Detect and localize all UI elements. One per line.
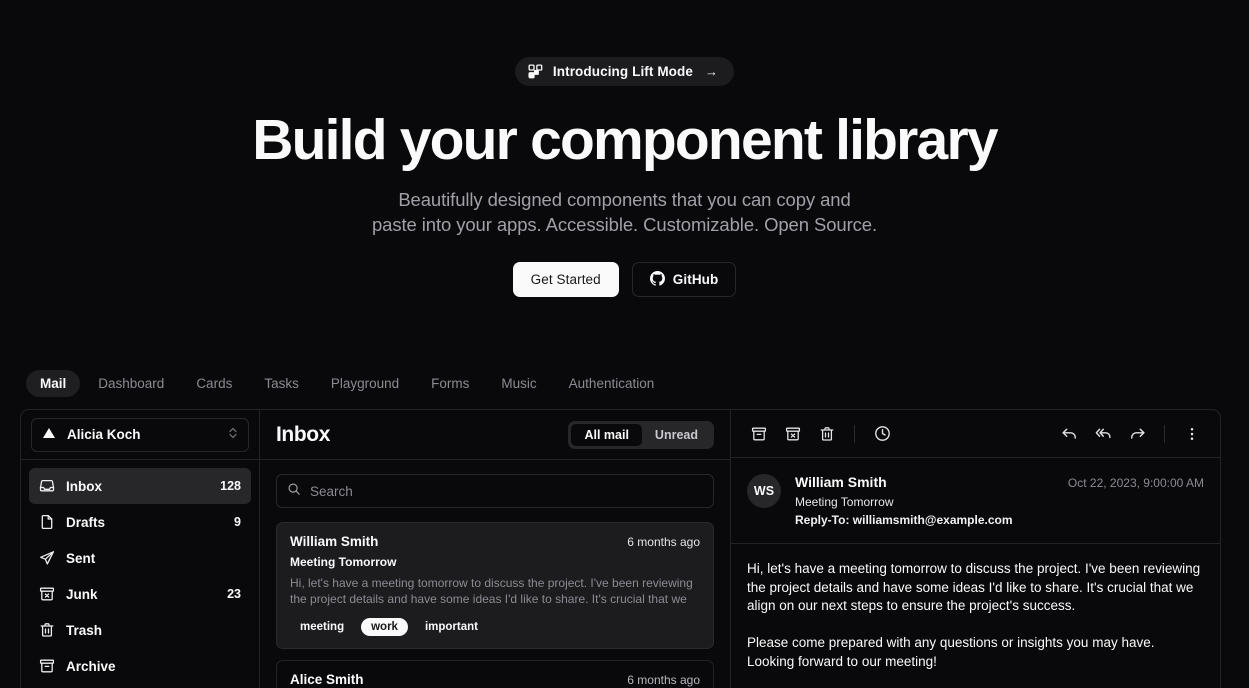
list-item-time: 6 months ago bbox=[627, 673, 700, 687]
sidebar-item-sent[interactable]: Sent bbox=[29, 540, 251, 576]
mail-folder-list: Inbox 128 Drafts 9 Sent Junk 23 Trash Ar… bbox=[21, 460, 259, 684]
list-item-sender: Alice Smith bbox=[290, 672, 364, 687]
reader-header: WS William Smith Meeting Tomorrow Reply-… bbox=[731, 458, 1220, 527]
mail-list-column: Inbox All mail Unread Search William Smi… bbox=[260, 410, 731, 688]
archive-button[interactable] bbox=[743, 418, 775, 450]
page-title: Build your component library bbox=[252, 108, 998, 172]
reader-header-main: William Smith Meeting Tomorrow Reply-To:… bbox=[795, 474, 1054, 527]
tab-music[interactable]: Music bbox=[487, 370, 550, 397]
chevron-up-down-icon bbox=[227, 426, 239, 443]
list-item-preview: Hi, let's have a meeting tomorrow to dis… bbox=[290, 576, 693, 606]
list-item[interactable]: Alice Smith 6 months ago Re: Project Upd… bbox=[276, 660, 714, 688]
sidebar-item-count: 128 bbox=[220, 479, 241, 493]
sidebar-item-label: Trash bbox=[66, 622, 103, 638]
reader-date: Oct 22, 2023, 9:00:00 AM bbox=[1067, 476, 1204, 491]
sidebar-item-label: Sent bbox=[66, 550, 96, 566]
github-icon bbox=[649, 270, 665, 289]
mail-filter-tabs: All mail Unread bbox=[568, 420, 714, 449]
list-item-sender: William Smith bbox=[290, 534, 379, 549]
tab-mail[interactable]: Mail bbox=[26, 370, 81, 397]
github-button[interactable]: GitHub bbox=[631, 262, 737, 297]
search-box[interactable] bbox=[276, 474, 714, 508]
sidebar-item-count: 23 bbox=[227, 587, 241, 601]
hero-subtitle-line-2: paste into your apps. Accessible. Custom… bbox=[371, 214, 878, 235]
search-icon bbox=[287, 482, 301, 501]
tab-forms[interactable]: Forms bbox=[417, 370, 483, 397]
mail-list: William Smith 6 months ago Meeting Tomor… bbox=[260, 508, 730, 688]
sidebar-item-label: Drafts bbox=[66, 514, 106, 530]
mail-list-header: Inbox All mail Unread bbox=[260, 410, 730, 460]
archive-icon bbox=[39, 658, 55, 674]
reader-toolbar bbox=[731, 410, 1220, 459]
mail-sidebar: Alicia Koch Inbox 128 Drafts 9 Sent Junk… bbox=[21, 410, 260, 688]
sidebar-item-trash[interactable]: Trash bbox=[29, 612, 251, 648]
inbox-icon bbox=[39, 478, 55, 494]
toolbar-divider bbox=[854, 424, 855, 443]
tab-dashboard[interactable]: Dashboard bbox=[84, 370, 178, 397]
mail-reading-pane: WS William Smith Meeting Tomorrow Reply-… bbox=[731, 410, 1220, 688]
status-badge[interactable]: important bbox=[415, 618, 488, 636]
sidebar-item-archive[interactable]: Archive bbox=[29, 648, 251, 684]
sidebar-item-junk[interactable]: Junk 23 bbox=[29, 576, 251, 612]
example-tabs: Mail Dashboard Cards Tasks Playground Fo… bbox=[26, 370, 668, 397]
tab-playground[interactable]: Playground bbox=[317, 370, 413, 397]
announcement-badge[interactable]: Introducing Lift Mode → bbox=[514, 57, 735, 86]
hero-actions: Get Started GitHub bbox=[0, 262, 1249, 297]
list-item-time: 6 months ago bbox=[627, 535, 700, 549]
status-badge[interactable]: work bbox=[361, 618, 408, 636]
send-icon bbox=[39, 550, 55, 566]
reply-button[interactable] bbox=[1053, 418, 1085, 450]
junk-icon bbox=[39, 586, 55, 602]
forward-button[interactable] bbox=[1121, 418, 1153, 450]
blocks-icon bbox=[528, 64, 543, 79]
search-input[interactable] bbox=[310, 483, 703, 499]
reader-body: Hi, let's have a meeting tomorrow to dis… bbox=[747, 561, 1201, 669]
get-started-button[interactable]: Get Started bbox=[512, 262, 619, 297]
move-to-trash-button[interactable] bbox=[811, 418, 843, 450]
reader-sender: William Smith bbox=[795, 474, 887, 491]
list-item-tags: meeting work important bbox=[290, 618, 700, 636]
account-row: Alicia Koch bbox=[21, 410, 259, 460]
arrow-right-icon: → bbox=[704, 64, 719, 79]
sidebar-item-drafts[interactable]: Drafts 9 bbox=[29, 504, 251, 540]
sidebar-item-label: Inbox bbox=[66, 478, 102, 494]
file-icon bbox=[39, 514, 55, 530]
mail-app-card: Alicia Koch Inbox 128 Drafts 9 Sent Junk… bbox=[20, 409, 1221, 688]
list-item[interactable]: William Smith 6 months ago Meeting Tomor… bbox=[276, 522, 714, 649]
hero-subtitle: Beautifully designed components that you… bbox=[0, 187, 1249, 237]
sidebar-item-inbox[interactable]: Inbox 128 bbox=[29, 468, 251, 504]
tab-tasks[interactable]: Tasks bbox=[250, 370, 313, 397]
github-button-label: GitHub bbox=[672, 272, 719, 287]
app-root: Introducing Lift Mode → Build your compo… bbox=[0, 0, 1249, 688]
tab-all-mail[interactable]: All mail bbox=[571, 423, 642, 446]
announcement-badge-label: Introducing Lift Mode bbox=[552, 64, 693, 79]
sidebar-item-label: Archive bbox=[66, 658, 116, 674]
tab-unread[interactable]: Unread bbox=[642, 424, 711, 446]
hero-subtitle-line-1: Beautifully designed components that you… bbox=[398, 189, 851, 210]
search-wrap bbox=[260, 460, 730, 508]
toolbar-divider bbox=[1164, 424, 1165, 443]
status-badge[interactable]: meeting bbox=[290, 618, 354, 636]
tab-cards[interactable]: Cards bbox=[182, 370, 246, 397]
reader-subject: Meeting Tomorrow bbox=[795, 495, 894, 510]
sidebar-item-label: Junk bbox=[66, 586, 98, 602]
avatar: WS bbox=[747, 474, 781, 509]
reply-all-button[interactable] bbox=[1087, 418, 1119, 450]
snooze-button[interactable] bbox=[866, 418, 898, 450]
list-item-subject: Meeting Tomorrow bbox=[290, 555, 397, 569]
hero-section: Introducing Lift Mode → Build your compo… bbox=[0, 0, 1249, 297]
list-item-top: Alice Smith 6 months ago bbox=[290, 672, 700, 687]
account-name: Alicia Koch bbox=[67, 427, 141, 442]
trash-icon bbox=[39, 622, 55, 638]
move-to-junk-button[interactable] bbox=[777, 418, 809, 450]
more-options-button[interactable] bbox=[1176, 418, 1208, 450]
reader-reply-to: Reply-To: williamsmith@example.com bbox=[795, 513, 1013, 528]
account-switcher[interactable]: Alicia Koch bbox=[31, 417, 249, 452]
list-item-top: William Smith 6 months ago bbox=[290, 534, 700, 549]
tab-authentication[interactable]: Authentication bbox=[555, 370, 669, 397]
sidebar-item-count: 9 bbox=[234, 515, 241, 529]
triangle-logo-icon bbox=[41, 425, 57, 444]
mail-list-title: Inbox bbox=[276, 422, 330, 446]
